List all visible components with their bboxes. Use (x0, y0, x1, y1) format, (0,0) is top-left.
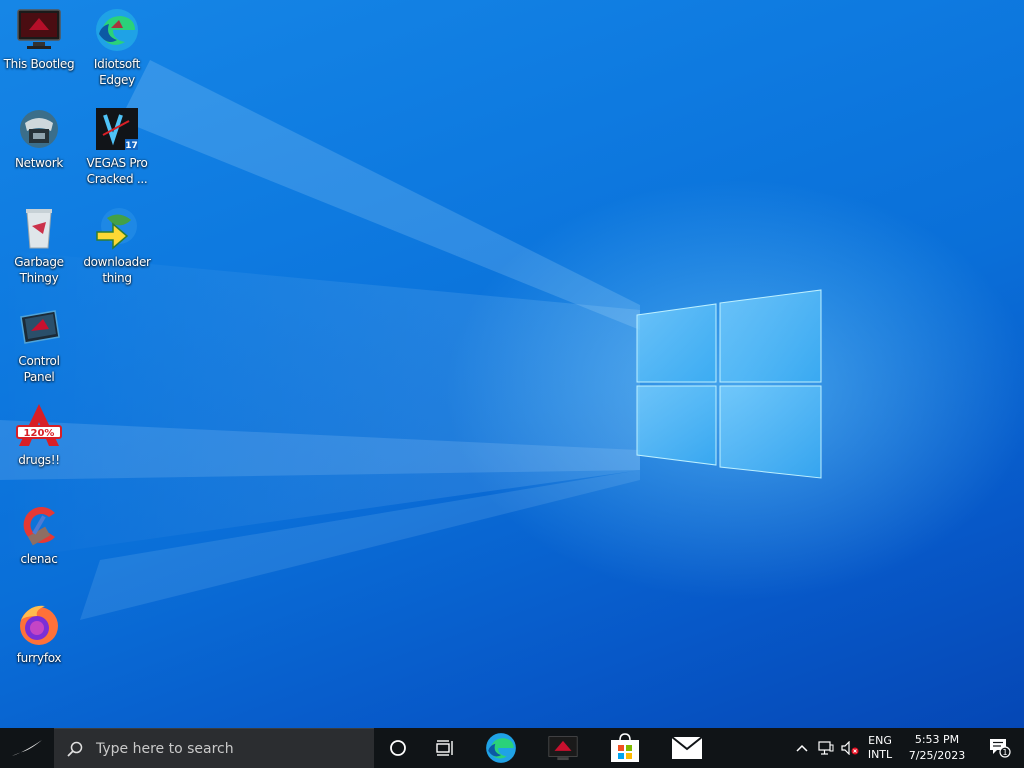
cortana-icon (390, 740, 406, 756)
firefox-icon (20, 605, 58, 645)
desktop-icon-label: downloader thing (83, 255, 151, 285)
search-icon (67, 741, 83, 757)
clock-date: 7/25/2023 (908, 749, 966, 762)
notification-icon: 1 (990, 739, 1011, 758)
network-icon (20, 110, 58, 148)
task-view-button[interactable] (422, 728, 470, 768)
desktop-icon-furryfox[interactable]: furryfox (1, 600, 77, 666)
desktop-icon-idiotsoft-edgey[interactable]: Idiotsoft Edgey (79, 6, 155, 88)
desktop-icon-label: drugs!! (18, 453, 60, 467)
recycle-bin-icon (26, 209, 52, 249)
desktop-icon-label: This Bootleg (3, 57, 75, 71)
desktop-icon-label: VEGAS Pro Cracked ... (86, 156, 148, 186)
volume-tray-button[interactable] (838, 728, 862, 768)
downloader-icon (96, 208, 137, 250)
lang-layout: INTL (867, 748, 893, 761)
taskbar-app-store[interactable] (594, 728, 656, 768)
network-wired-icon (818, 741, 834, 755)
vegas-pro-icon: 17 (96, 108, 138, 151)
desktop-icon-clenac[interactable]: clenac (1, 501, 77, 567)
notification-count: 1 (1002, 748, 1007, 757)
desktop-icon-network[interactable]: Network (1, 105, 77, 171)
store-icon (611, 733, 639, 762)
rog-app-icon (548, 736, 578, 761)
input-language-button[interactable]: ENG INTL (862, 728, 898, 768)
desktop-icon-this-bootleg[interactable]: This Bootleg (1, 6, 77, 72)
vegas-version-badge: 17 (125, 141, 138, 151)
edge-icon (96, 9, 138, 51)
control-panel-icon (20, 310, 60, 344)
clock-button[interactable]: 5:53 PM 7/25/2023 (898, 728, 976, 768)
search-placeholder: Type here to search (96, 740, 234, 757)
desktop-icon-drugs[interactable]: 120% drugs!! (1, 402, 77, 468)
lang-code: ENG (868, 734, 892, 747)
start-logo-icon (12, 740, 42, 756)
taskbar: Type here to search ENG INTL 5:53 PM 7/2… (0, 728, 1024, 768)
taskbar-app-mail[interactable] (656, 728, 718, 768)
drugs-app-icon: 120% (16, 404, 62, 446)
clock-time: 5:53 PM (914, 733, 960, 746)
desktop-icon-label: Control Panel (18, 354, 60, 384)
desktop-icon-label: clenac (20, 552, 58, 566)
cortana-button[interactable] (374, 728, 422, 768)
taskbar-app-rog[interactable] (532, 728, 594, 768)
edge-icon (486, 733, 516, 763)
desktop-icon-label: Network (14, 156, 63, 170)
drugs-badge: 120% (24, 428, 55, 439)
start-button[interactable] (0, 728, 54, 768)
desktop-icon-label: Idiotsoft Edgey (93, 57, 141, 87)
mail-icon (671, 736, 703, 759)
search-box[interactable]: Type here to search (54, 728, 374, 768)
desktop[interactable]: This Bootleg Network Garbage Thingy Contr… (0, 0, 1024, 728)
taskbar-app-edge[interactable] (470, 728, 532, 768)
action-center-button[interactable]: 1 (976, 728, 1024, 768)
desktop-icon-label: Garbage Thingy (14, 255, 64, 285)
desktop-icon-downloader-thing[interactable]: downloader thing (79, 204, 155, 286)
this-pc-icon (17, 9, 61, 49)
volume-muted-icon (841, 741, 859, 755)
task-view-icon (436, 740, 453, 756)
desktop-icon-label: furryfox (16, 651, 62, 665)
desktop-icon-control-panel[interactable]: Control Panel (1, 303, 77, 385)
show-hidden-icons-button[interactable] (790, 728, 814, 768)
desktop-icon-vegas-pro[interactable]: 17 VEGAS Pro Cracked ... (79, 105, 155, 187)
chevron-up-icon (796, 744, 808, 752)
desktop-icon-garbage-thingy[interactable]: Garbage Thingy (1, 204, 77, 286)
network-tray-button[interactable] (814, 728, 838, 768)
ccleaner-icon (23, 507, 55, 546)
system-tray: ENG INTL 5:53 PM 7/25/2023 1 (790, 728, 1024, 768)
